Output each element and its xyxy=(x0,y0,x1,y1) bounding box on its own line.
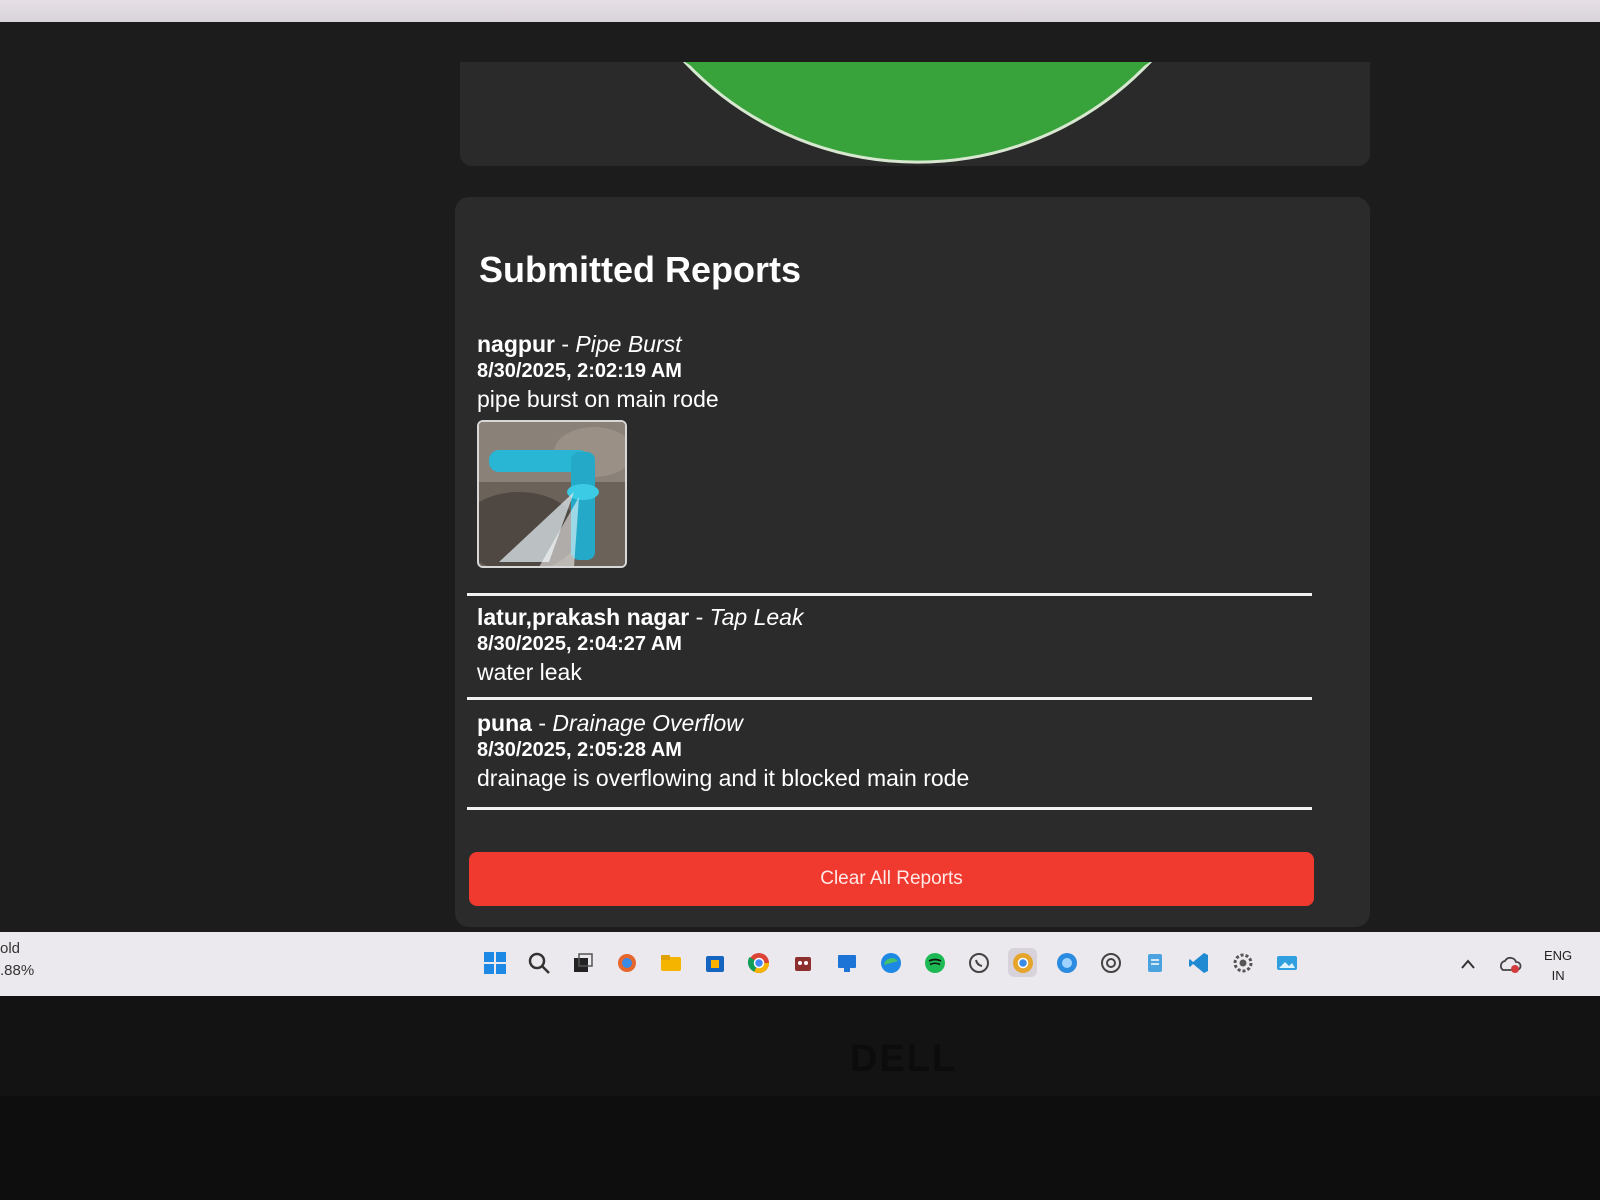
pie-chart xyxy=(682,62,1153,164)
file-explorer-icon[interactable] xyxy=(656,948,685,977)
report-timestamp: 8/30/2025, 2:04:27 AM xyxy=(477,633,682,655)
report-type: Tap Leak xyxy=(709,604,804,630)
reports-card: Submitted Reports nagpur - Pipe Burst 8/… xyxy=(455,197,1370,927)
store-icon[interactable] xyxy=(700,948,729,977)
taskbar-widget-line1: old xyxy=(0,940,21,957)
notepad-icon[interactable] xyxy=(1140,948,1169,977)
report-item: latur,prakash nagar - Tap Leak 8/30/2025… xyxy=(477,603,1337,687)
report-divider xyxy=(467,593,1312,596)
whatsapp-icon[interactable] xyxy=(964,948,993,977)
report-location: nagpur xyxy=(477,331,555,357)
report-separator: - xyxy=(689,604,710,630)
settings-icon[interactable] xyxy=(1228,948,1257,977)
report-separator: - xyxy=(554,331,576,357)
copilot-icon[interactable] xyxy=(612,948,641,977)
bezel-edge xyxy=(0,1096,1600,1200)
taskbar-icons xyxy=(480,948,1301,977)
vscode-icon[interactable] xyxy=(1184,948,1213,977)
search-icon[interactable] xyxy=(524,948,553,977)
system-tray: ENG IN xyxy=(1460,946,1572,986)
chevron-up-icon[interactable] xyxy=(1460,957,1476,975)
chart-card xyxy=(460,62,1370,166)
taskbar-widget[interactable]: old .88% xyxy=(0,938,34,982)
region-label: IN xyxy=(1551,968,1565,983)
report-timestamp: 8/30/2025, 2:02:19 AM xyxy=(477,360,682,382)
browser-top-strip xyxy=(0,0,1600,22)
report-header: nagpur - Pipe Burst xyxy=(477,330,1337,358)
report-location: latur,prakash nagar xyxy=(477,604,690,630)
report-timestamp: 8/30/2025, 2:05:28 AM xyxy=(477,739,682,761)
task-view-icon[interactable] xyxy=(568,948,597,977)
report-description: drainage is overflowing and it blocked m… xyxy=(477,765,970,791)
pipe-burst-photo xyxy=(479,422,625,566)
edge-dev-icon[interactable] xyxy=(1052,948,1081,977)
report-divider xyxy=(467,697,1312,700)
language-label: ENG xyxy=(1544,948,1573,963)
language-indicator[interactable]: ENG IN xyxy=(1544,946,1572,986)
chatgpt-icon[interactable] xyxy=(1096,948,1125,977)
teams-icon[interactable] xyxy=(832,948,861,977)
reports-title: Submitted Reports xyxy=(479,249,802,290)
report-description: pipe burst on main rode xyxy=(477,386,719,412)
taskbar: old .88% ENG IN xyxy=(0,932,1600,996)
edge-icon[interactable] xyxy=(876,948,905,977)
report-type: Drainage Overflow xyxy=(552,710,743,736)
report-separator: - xyxy=(531,710,553,736)
app-icon[interactable] xyxy=(788,948,817,977)
clear-all-reports-button[interactable]: Clear All Reports xyxy=(469,852,1314,906)
app-screen: Submitted Reports nagpur - Pipe Burst 8/… xyxy=(0,22,1600,932)
laptop-bezel: DELL xyxy=(0,996,1600,1200)
chrome-icon[interactable] xyxy=(744,948,773,977)
report-type: Pipe Burst xyxy=(575,331,682,357)
report-location: puna xyxy=(477,710,532,736)
report-description: water leak xyxy=(477,659,582,685)
taskbar-widget-line2: .88% xyxy=(0,962,35,979)
report-item: nagpur - Pipe Burst 8/30/2025, 2:02:19 A… xyxy=(477,330,1337,568)
report-divider xyxy=(467,807,1312,810)
photos-icon[interactable] xyxy=(1272,948,1301,977)
report-photo[interactable] xyxy=(477,420,627,568)
brand-logo: DELL xyxy=(850,1038,958,1080)
pie-slice-body xyxy=(685,62,1150,137)
spotify-icon[interactable] xyxy=(920,948,949,977)
report-item: puna - Drainage Overflow 8/30/2025, 2:05… xyxy=(477,709,1337,793)
report-header: latur,prakash nagar - Tap Leak xyxy=(477,603,1337,631)
chrome-canary-icon[interactable] xyxy=(1008,948,1037,977)
windows-start-icon[interactable] xyxy=(480,948,509,977)
cloud-sync-icon[interactable] xyxy=(1498,954,1522,979)
report-header: puna - Drainage Overflow xyxy=(477,709,1337,737)
